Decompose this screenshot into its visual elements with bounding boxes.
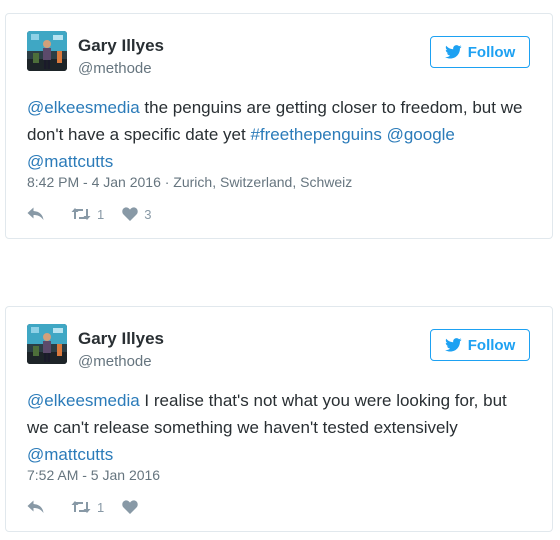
tweet-card: Gary Illyes @methode Follow @elkeesmedia… — [5, 306, 553, 532]
avatar[interactable] — [27, 324, 67, 364]
like-count: 3 — [144, 206, 152, 222]
mention-link[interactable]: @google — [387, 125, 455, 144]
retweet-button[interactable]: 1 — [71, 500, 104, 515]
reply-icon — [27, 500, 44, 513]
retweet-count: 1 — [97, 499, 105, 515]
like-button[interactable] — [122, 500, 144, 514]
tweet-text: @elkeesmedia the penguins are getting cl… — [27, 94, 532, 175]
reply-button[interactable] — [27, 207, 49, 221]
mention-link[interactable]: @elkeesmedia — [27, 98, 140, 117]
author-handle[interactable]: @methode — [78, 60, 152, 77]
reply-icon — [27, 207, 44, 220]
retweet-count: 1 — [97, 206, 105, 222]
reply-button[interactable] — [27, 500, 49, 514]
like-button[interactable]: 3 — [122, 207, 151, 222]
follow-label: Follow — [467, 43, 516, 61]
twitter-bird-icon — [444, 338, 462, 352]
heart-icon — [122, 207, 138, 221]
twitter-bird-icon — [444, 45, 462, 59]
follow-button[interactable]: Follow — [430, 329, 530, 361]
tweet-timestamp[interactable]: 8:42 PM - 4 Jan 2016 · Zurich, Switzerla… — [27, 174, 352, 190]
heart-icon — [122, 500, 138, 514]
tweet-timestamp[interactable]: 7:52 AM - 5 Jan 2016 — [27, 467, 160, 483]
mention-link[interactable]: @mattcutts — [27, 445, 113, 464]
mention-link[interactable]: @elkeesmedia — [27, 391, 140, 410]
retweet-icon — [71, 501, 91, 513]
tweet-actions: 1 3 — [27, 204, 151, 224]
tweet-text: @elkeesmedia I realise that's not what y… — [27, 387, 532, 468]
mention-link[interactable]: @mattcutts — [27, 152, 113, 171]
retweet-icon — [71, 208, 91, 220]
tweet-card: Gary Illyes @methode Follow @elkeesmedia… — [5, 13, 553, 239]
avatar[interactable] — [27, 31, 67, 71]
author-handle[interactable]: @methode — [78, 353, 152, 370]
follow-label: Follow — [467, 336, 516, 354]
tweet-actions: 1 — [27, 497, 144, 517]
hashtag-link[interactable]: #freethepenguins — [250, 125, 381, 144]
author-name[interactable]: Gary Illyes — [78, 36, 164, 56]
follow-button[interactable]: Follow — [430, 36, 530, 68]
retweet-button[interactable]: 1 — [71, 207, 104, 222]
tweet-embed-page: Gary Illyes @methode Follow @elkeesmedia… — [0, 0, 560, 540]
author-name[interactable]: Gary Illyes — [78, 329, 164, 349]
